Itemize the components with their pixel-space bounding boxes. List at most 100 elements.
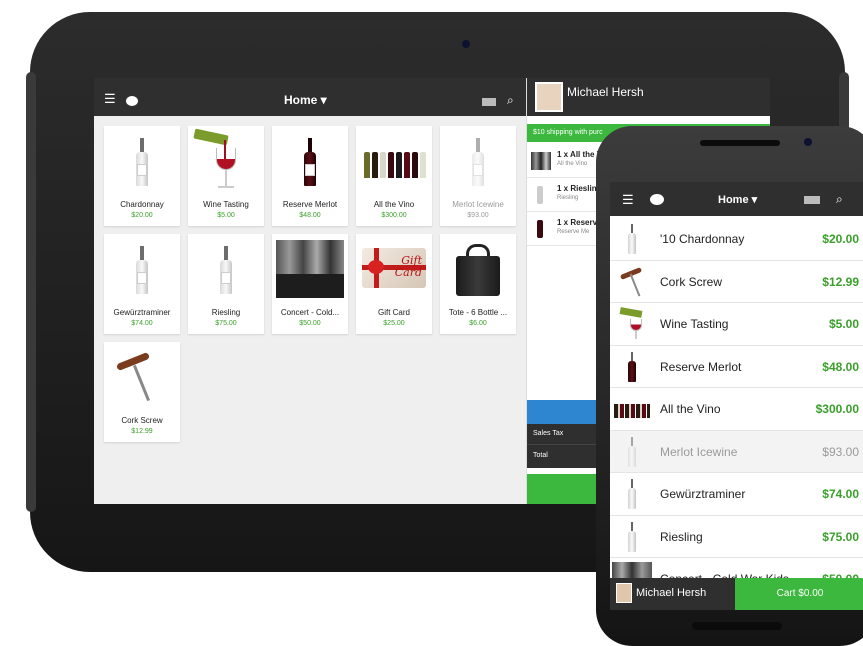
product-name: Riesling [211,308,241,317]
product-name: Reserve Merlot [282,200,338,209]
phone-screen: ☰ Home ▾ ⌕ '10 Chardonnay $20.00 Cork Sc… [610,182,863,610]
product-name: Gift Card [377,308,410,317]
product-name: Wine Tasting [203,200,249,209]
item-name: All the Vino [660,402,721,416]
list-item[interactable]: Cork Screw $12.99 [610,260,863,303]
product-name: Merlot Icewine [452,200,504,209]
band-photo-image [272,234,348,302]
tablet-side-edge [26,72,36,512]
user-name: Michael Hersh [567,85,644,99]
item-name: Merlot Icewine [660,444,738,459]
bottle-collection-image [356,126,432,194]
barcode-scanner-icon[interactable] [804,196,820,204]
product-name: Tote - 6 Bottle ... [448,308,508,317]
barcode-scanner-icon[interactable] [482,98,496,106]
item-name: Gewürztraminer [660,487,746,501]
cart-item-subtitle: Riesling [557,195,579,201]
user-button[interactable]: Michael Hersh [610,578,735,610]
product-price: $5.00 [217,212,235,219]
item-name: Wine Tasting [660,317,729,331]
search-icon[interactable]: ⌕ [836,192,843,207]
product-tile[interactable]: Gewürztraminer $74.00 [104,234,180,334]
product-price: $300.00 [381,212,407,219]
phone-top-bar: ☰ Home ▾ ⌕ [610,182,863,216]
item-price: $74.00 [822,487,859,501]
list-item[interactable]: Wine Tasting $5.00 [610,303,863,346]
white-wine-bottle-image [620,222,646,256]
phone-speaker [700,140,780,146]
product-tile[interactable]: Reserve Merlot $48.00 [272,126,348,226]
product-price: $48.00 [299,212,321,219]
product-name: All the Vino [373,200,415,209]
product-tile[interactable]: Riesling $75.00 [188,234,264,334]
chat-icon[interactable] [126,96,138,106]
product-list: '10 Chardonnay $20.00 Cork Screw $12.99 … [610,218,863,601]
home-dropdown[interactable]: Home ▾ [718,193,757,206]
user-header[interactable]: Michael Hersh [527,78,770,116]
item-price: $12.99 [822,274,859,289]
phone-bottom-bar: Michael Hersh Cart $0.00 [610,578,863,610]
phone-bottom-speaker [692,622,782,630]
product-price: $50.00 [299,320,321,327]
avatar [535,82,563,112]
list-item[interactable]: '10 Chardonnay $20.00 [610,218,863,261]
white-wine-bottle-image [620,520,646,554]
product-tile[interactable]: Wine Tasting $5.00 [188,126,264,226]
item-price: $20.00 [822,232,859,246]
product-tile[interactable]: Merlot Icewine $93.00 [440,126,516,226]
chat-icon[interactable] [650,194,664,205]
product-name: Cork Screw [121,416,163,425]
white-wine-bottle-image [620,435,646,469]
product-price: $20.00 [131,212,153,219]
tote-bag-image [440,234,516,302]
menu-icon[interactable]: ☰ [104,91,116,107]
list-item[interactable]: Reserve Merlot $48.00 [610,345,863,388]
corkscrew-image [619,265,646,299]
search-icon[interactable]: ⌕ [507,93,514,108]
product-price: $75.00 [215,320,237,327]
corkscrew-image [104,342,180,410]
phone-device: ☰ Home ▾ ⌕ '10 Chardonnay $20.00 Cork Sc… [596,126,863,646]
item-name: Reserve Merlot [660,359,742,374]
list-item[interactable]: All the Vino $300.00 [610,388,863,431]
cart-item-title: 1 x Riesling [557,184,602,193]
wine-glass-image [619,307,646,341]
list-item[interactable]: Riesling $75.00 [610,515,863,558]
cart-item-subtitle: All the Vino [557,161,588,167]
product-tile[interactable]: Concert - Cold... $50.00 [272,234,348,334]
home-dropdown[interactable]: Home ▾ [284,93,327,107]
white-wine-bottle-image [620,477,646,511]
cart-item-subtitle: Reserve Me [557,229,590,235]
white-wine-bottle-image [104,234,180,302]
product-tile[interactable]: Chardonnay $20.00 [104,126,180,226]
avatar [616,583,632,603]
white-wine-bottle-image [188,234,264,302]
product-price: $25.00 [383,320,405,327]
menu-icon[interactable]: ☰ [622,192,634,208]
item-name: Cork Screw [660,274,723,289]
cart-button[interactable]: Cart $0.00 [735,578,863,610]
product-price: $74.00 [131,320,153,327]
item-price: $48.00 [822,359,859,374]
product-price: $6.00 [469,320,487,327]
white-wine-bottle-image [104,126,180,194]
product-tile[interactable]: All the Vino $300.00 [356,126,432,226]
list-item[interactable]: Gewürztraminer $74.00 [610,473,863,516]
product-tile[interactable]: Gift Card Gift Card $25.00 [356,234,432,334]
wine-glass-image [188,126,264,194]
product-tile[interactable]: Cork Screw $12.99 [104,342,180,442]
list-item[interactable]: Merlot Icewine $93.00 [610,430,863,473]
red-wine-bottle-image [620,350,646,384]
product-name: Concert - Cold... [280,308,340,317]
gift-card-lettering: Gift Card [394,254,422,279]
bottle-collection-image [614,392,650,426]
tablet-top-bar: ☰ Home ▾ ⌕ [94,78,526,116]
product-price: $93.00 [467,212,489,219]
user-name: Michael Hersh [636,587,707,599]
product-tile[interactable]: Tote - 6 Bottle ... $6.00 [440,234,516,334]
tablet-camera [462,40,470,48]
bottle-collection-thumbnail [531,152,551,170]
phone-camera [804,138,812,146]
product-name: Chardonnay [120,200,164,209]
gift-card-image: Gift Card [356,234,432,302]
